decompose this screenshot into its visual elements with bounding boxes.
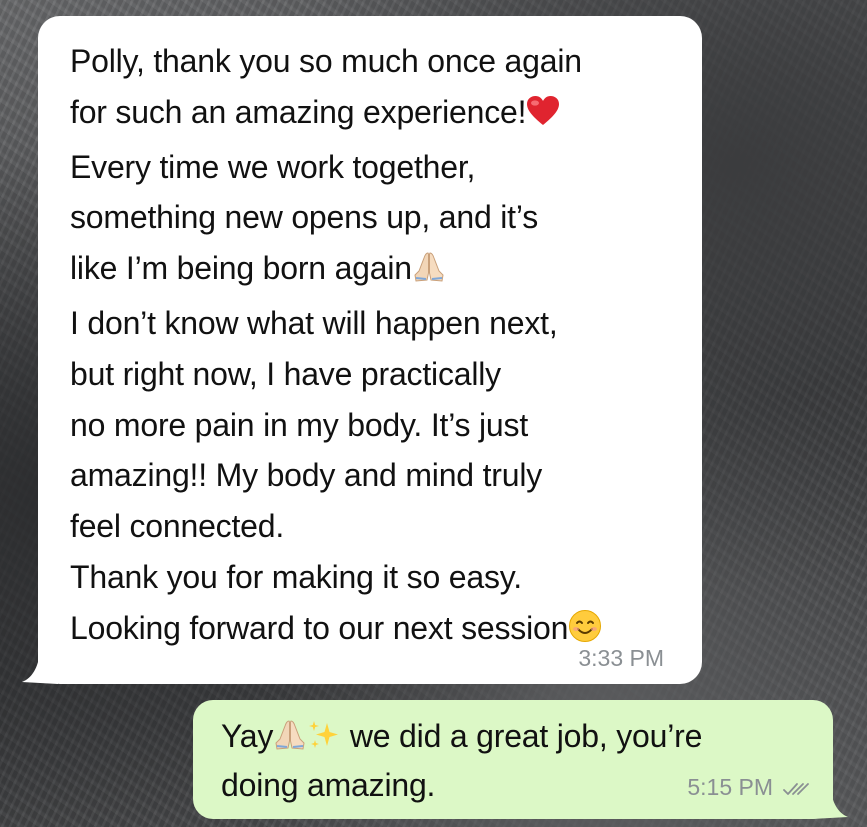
message-line: but right now, I have practically bbox=[70, 355, 501, 392]
message-line: Yay we did a great job, you’re bbox=[221, 714, 807, 763]
message-line: no more pain in my body. It’s just bbox=[70, 406, 529, 443]
outgoing-message-bubble[interactable]: Yay we did a great job, you’re doing ama… bbox=[193, 700, 833, 819]
sparkles-icon bbox=[307, 718, 341, 763]
message-line: Thank you for making it so easy. bbox=[70, 558, 522, 595]
incoming-message-bubble[interactable]: Polly, thank you so much once again for … bbox=[38, 16, 702, 684]
red-heart-icon bbox=[526, 91, 560, 142]
folded-hands-icon bbox=[412, 247, 446, 298]
folded-hands-icon bbox=[273, 718, 307, 763]
message-timestamp: 3:33 PM bbox=[578, 645, 664, 671]
message-line: like I’m being born again bbox=[70, 243, 670, 298]
message-line: feel connected. bbox=[70, 508, 285, 545]
message-line: Polly, thank you so much once again bbox=[70, 43, 582, 79]
message-line: something new opens up, and it’s bbox=[70, 199, 538, 236]
incoming-message-text: Polly, thank you so much once again for … bbox=[70, 36, 670, 658]
message-timestamp: 5:15 PM bbox=[687, 774, 773, 800]
message-line: for such an amazing experience! bbox=[70, 87, 670, 142]
message-line: Every time we work together, bbox=[70, 148, 476, 185]
message-line: I don’t know what will happen next, bbox=[70, 304, 558, 341]
message-line: amazing!! My body and mind truly bbox=[70, 457, 543, 494]
read-ticks-icon bbox=[783, 783, 809, 795]
